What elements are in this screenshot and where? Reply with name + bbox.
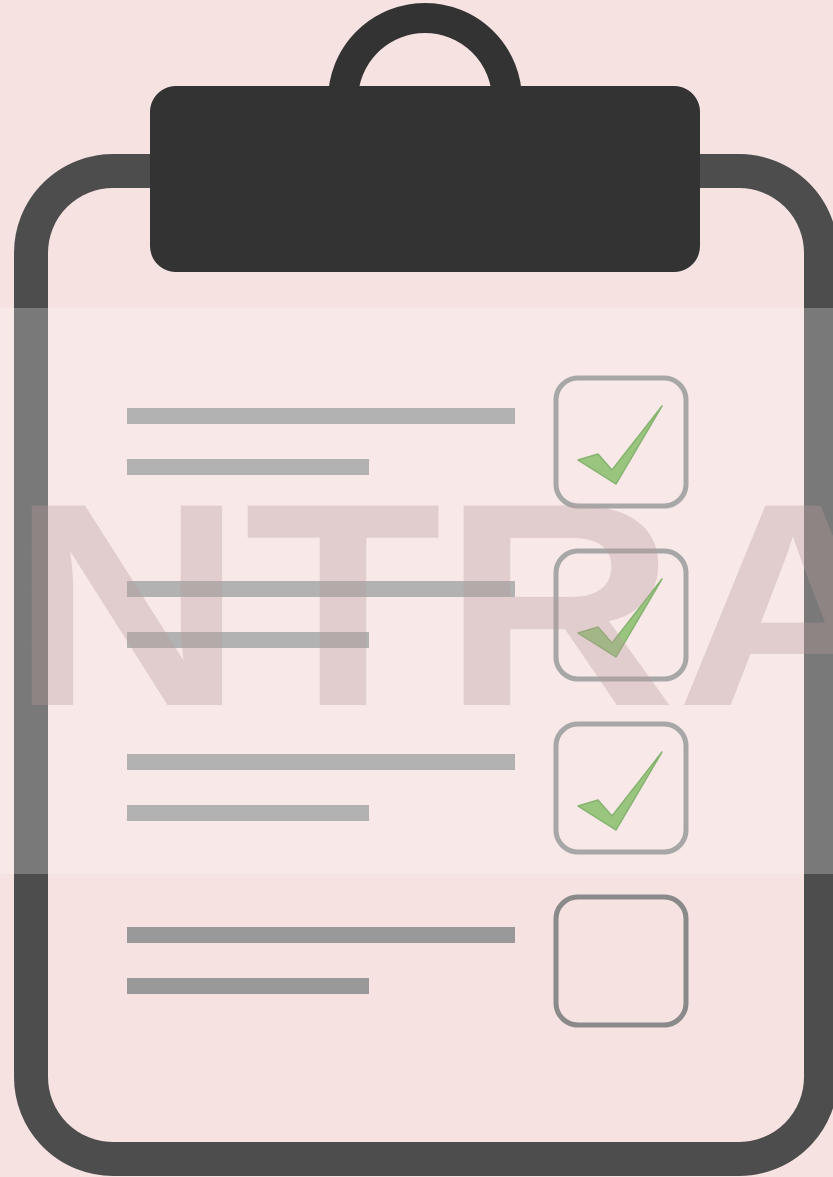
clipboard-checklist-graphic: NTRA [0, 0, 833, 1177]
item-text-line-long [127, 927, 515, 943]
clipboard-illustration: NTRA [0, 0, 833, 1177]
item-text-line-short [127, 978, 369, 994]
clipboard-clip [150, 86, 700, 272]
watermark-text: NTRA [10, 443, 833, 767]
